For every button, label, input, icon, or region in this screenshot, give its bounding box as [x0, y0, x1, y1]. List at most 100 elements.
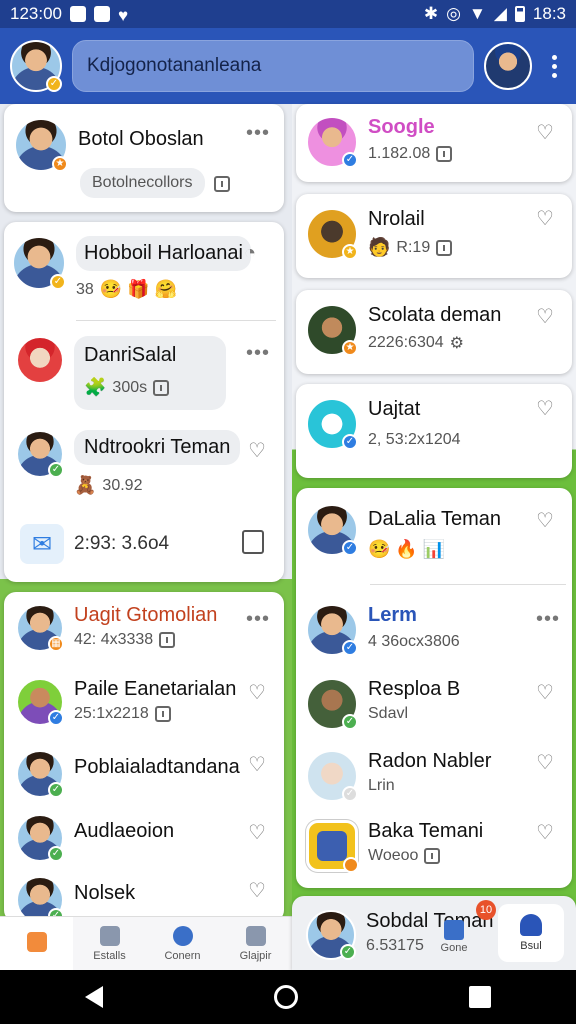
check-icon: ✓ — [342, 714, 358, 730]
status-bar: 123:00 ♥ ✱ ◎ ▼ ◢ 18:3 — [0, 0, 576, 28]
gift-icon: 🧸 — [74, 475, 97, 495]
heart-icon[interactable]: ♡ — [248, 755, 268, 775]
home-icon — [26, 931, 47, 952]
chip[interactable]: Botolnecollors — [80, 168, 205, 198]
notification-badge: 10 — [476, 900, 496, 920]
recent-apps-icon[interactable] — [468, 986, 491, 1008]
contact-card[interactable]: ★ Botol Oboslan ••• Botolnecollors — [4, 104, 284, 212]
list-item[interactable]: ✓ Radon Nabler Lrin — [306, 750, 491, 802]
check-icon: ✓ — [342, 152, 358, 168]
more-icon[interactable]: ••• — [246, 123, 270, 143]
list-item[interactable]: ✉ 2:93: 3.6o4 — [20, 524, 169, 564]
list-item[interactable]: ✓ Ndtrookri Teman 🧸 30.92 — [16, 430, 241, 496]
contact-name: Ndtrookri Teman — [84, 436, 231, 458]
tab-home[interactable] — [0, 917, 73, 970]
tab-estalls[interactable]: Estalls — [73, 917, 146, 970]
more-icon[interactable]: ••• — [536, 609, 560, 629]
avatar: ★ — [306, 304, 358, 356]
item-sub: 2, 53:2x1204 — [368, 431, 461, 448]
search-input[interactable]: Kdjogonotananleana — [72, 40, 474, 92]
secondary-avatar[interactable] — [484, 42, 532, 90]
contact-card[interactable]: ✓ Sobdal Teman 6.53175 10 Gone Bsul — [292, 896, 576, 970]
heart-icon[interactable]: ♡ — [536, 123, 556, 143]
item-sub: 1.182.08 — [368, 145, 431, 162]
avatar: ✓ — [306, 398, 358, 450]
list-item[interactable]: DanriSalal 🧩 300s — [16, 336, 226, 410]
heart-icon[interactable]: ♡ — [248, 441, 268, 461]
heart-icon[interactable]: ♡ — [536, 511, 556, 531]
tab-gone[interactable]: Gone — [432, 920, 476, 954]
chat-icon — [172, 925, 193, 946]
more-icon[interactable]: ••• — [246, 609, 270, 629]
profile-avatar[interactable]: ✓ — [10, 40, 62, 92]
list-item[interactable]: ✓ Audlaeoion — [16, 814, 174, 862]
tab-bsul[interactable]: Bsul — [498, 904, 564, 962]
more-icon[interactable]: ••• — [246, 343, 270, 363]
grid-icon: ▦ — [48, 636, 64, 652]
heart-icon[interactable]: ♡ — [536, 753, 556, 773]
info-icon — [159, 632, 176, 648]
item-sub: 4 36ocx3806 — [368, 633, 460, 650]
list-item[interactable]: ✓ Resploa B Sdavl — [306, 678, 460, 730]
list-item[interactable]: ✓ Paile Eanetarialan 25:1x2218 — [16, 678, 236, 726]
home-button-icon[interactable] — [273, 985, 298, 1009]
contact-card[interactable]: ★ Nrolail 🧑 R:19 ♡ — [296, 194, 572, 278]
star-icon — [343, 857, 359, 873]
contact-name: Nolsek — [74, 882, 136, 904]
check-icon: ✓ — [342, 640, 358, 656]
share-icon[interactable] — [242, 530, 264, 554]
item-sub: Sdavl — [368, 705, 409, 722]
list-item[interactable]: ✓ Lerm 4 36ocx3806 — [306, 604, 460, 656]
heart-icon[interactable]: ♡ — [248, 881, 268, 901]
avatar: ✓ — [16, 678, 64, 726]
avatar: ✓ — [16, 750, 64, 798]
more-menu-icon[interactable] — [542, 46, 566, 86]
chat-bubble-icon[interactable]: ◔ — [244, 243, 264, 263]
avatar: ✓ — [12, 236, 66, 290]
tab-conern[interactable]: Conern — [146, 917, 219, 970]
heart-icon[interactable]: ♡ — [536, 307, 556, 327]
puzzle-icon: 🧩 — [84, 377, 107, 397]
heart-icon[interactable]: ♡ — [536, 209, 556, 229]
heart-icon[interactable]: ♡ — [536, 683, 556, 703]
contact-card[interactable]: ★ Scolata deman 2226:6304 ⚙ ♡ — [296, 290, 572, 374]
system-navigation-bar — [0, 970, 576, 1024]
check-icon: ✓ — [342, 434, 358, 450]
tab-label: Gone — [440, 942, 468, 954]
contact-name: DanriSalal — [84, 344, 177, 366]
trophy-icon — [520, 914, 542, 936]
info-icon[interactable] — [214, 176, 230, 192]
heart-icon[interactable]: ♡ — [248, 683, 268, 703]
list-item[interactable]: Baka Temani Woeoo — [306, 820, 484, 873]
heart-icon[interactable]: ♡ — [248, 823, 268, 843]
contact-card[interactable]: ✓ Soogle 1.182.08 ♡ — [296, 104, 572, 182]
contact-name: Botol Oboslan — [78, 128, 204, 150]
list-item[interactable]: ▦ Uagit Gtomolian 42: 4x3338 — [16, 604, 217, 652]
item-sub: Woeoo — [368, 847, 419, 864]
contact-name: Lerm — [368, 604, 417, 626]
tab-glajpir[interactable]: Glajpir — [219, 917, 292, 970]
check-icon: ✓ — [50, 274, 66, 290]
back-icon[interactable] — [85, 986, 104, 1008]
contact-card[interactable]: ✓ Uajtat 2, 53:2x1204 ♡ — [296, 384, 572, 478]
list-item[interactable]: ✓ Hobboil Harloanai 38 🤒 🎁 🤗 — [12, 236, 251, 300]
contact-name: Poblaialadtandana — [74, 756, 240, 778]
check-icon: ✓ — [340, 944, 356, 960]
info-icon — [153, 379, 170, 396]
contact-name: Scolata deman — [368, 304, 502, 326]
notification-icon — [70, 6, 86, 22]
list-item[interactable]: ✓ Poblaialadtandana — [16, 750, 240, 798]
info-icon — [424, 848, 441, 864]
chip-label: Botolnecollors — [92, 174, 193, 191]
app-icon — [306, 820, 359, 873]
heart-icon[interactable]: ♡ — [536, 823, 556, 843]
battery-icon — [514, 6, 525, 22]
contact-name: DaLalia Teman — [368, 508, 502, 530]
item-sub: R:19 — [396, 238, 431, 256]
star-icon: ★ — [52, 156, 68, 172]
list-item[interactable]: ✓ DaLalia Teman 🤒 🔥 📊 — [306, 504, 501, 560]
item-sub: 42: 4x3338 — [74, 631, 154, 648]
contact-name: Uajtat — [368, 398, 421, 420]
heart-icon[interactable]: ♡ — [536, 399, 556, 419]
contact-name: Baka Temani — [368, 820, 484, 842]
